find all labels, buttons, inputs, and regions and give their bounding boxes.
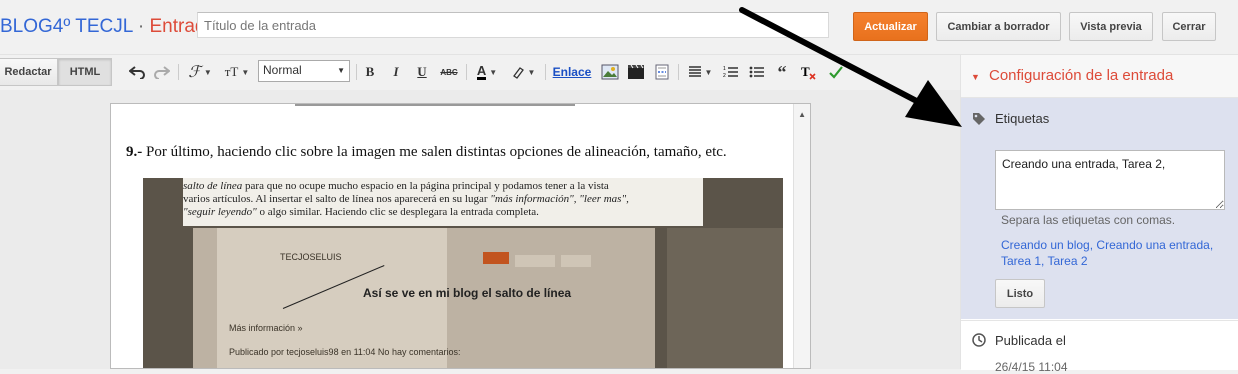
image-blog-name: TECJOSELUIS [280,252,342,262]
format-select-value: Normal [263,63,302,77]
labels-title[interactable]: Etiquetas [995,111,1049,126]
html-mode-button[interactable]: HTML [58,58,112,86]
post-title-input[interactable] [197,12,829,38]
image-icon[interactable] [600,63,620,81]
labels-suggestions[interactable]: Creando un blog, Creando una entrada, Ta… [1001,237,1226,269]
published-title[interactable]: Publicada el [995,333,1066,348]
image-caption: Así se ve en mi blog el salto de línea [363,286,572,300]
tag-icon [973,113,985,125]
jump-break-icon[interactable] [652,63,672,81]
svg-text:T: T [801,64,810,79]
image-edge [295,104,575,106]
post-settings-header: ▼ Configuración de la entrada [961,55,1238,98]
video-icon[interactable] [626,63,646,81]
image-text-line2: varios artículos. Al insertar el salto d… [183,193,491,205]
italic-icon[interactable]: I [388,63,404,81]
image-grey-button [515,255,555,267]
toolbar-divider [545,64,546,80]
chevron-down-icon: ▼ [337,66,345,75]
breadcrumb-separator: · [137,16,145,37]
image-text-line3: o algo similar. Haciendo clic se despleg… [256,206,539,218]
align-icon[interactable]: ▼ [686,63,714,81]
top-bar: BLOG4º TECJL · Entrada Actualizar Cambia… [0,0,1238,55]
image-more-info: Más información » [229,323,303,333]
revert-to-draft-button[interactable]: Cambiar a borrador [936,12,1061,41]
labels-input[interactable]: Creando una entrada, Tarea 2, [995,150,1225,210]
step-number: 9.- [126,144,143,160]
remove-formatting-icon[interactable]: T [799,63,817,81]
blog-name[interactable]: BLOG4º TECJL [0,16,133,37]
text-color-icon[interactable]: A ▼ [472,63,502,81]
editor-scrollbar[interactable]: ▲ [793,104,810,368]
clock-icon [972,333,986,347]
image-text-italic: "seguir leyendo" [183,206,257,218]
close-button[interactable]: Cerrar [1162,12,1216,41]
toolbar-divider [466,64,467,80]
post-settings-title: Configuración de la entrada [989,67,1174,84]
font-size-icon[interactable]: ᴛT ▼ [222,63,252,81]
image-screenshot: TECJOSELUIS Así se ve en mi blog el salt… [193,228,655,368]
published-date: 26/4/15 11:04 [995,360,1068,374]
image-grey-button [561,255,591,267]
svg-text:1: 1 [723,66,726,72]
step-text: Por último, haciendo clic sobre la image… [146,144,727,160]
image-text-line1: para que no ocupe mucho espacio en la pá… [242,180,609,192]
toolbar-divider [356,64,357,80]
image-orange-button [483,252,509,264]
post-paragraph[interactable]: 9.- Por último, haciendo clic sobre la i… [126,144,727,161]
underline-icon[interactable]: U [414,63,430,81]
image-text-italic: salto de línea [183,180,243,192]
bold-icon[interactable]: B [362,63,378,81]
image-text-block: salto de línea para que no ocupe mucho e… [183,178,703,226]
post-body-editor[interactable]: 9.- Por último, haciendo clic sobre la i… [110,103,811,369]
quote-icon[interactable]: “ [773,62,791,82]
image-posted-by: Publicado por tecjoseluis98 en 11:04 No … [229,347,461,357]
spellcheck-icon[interactable] [827,63,845,81]
toolbar-divider [178,64,179,80]
bulleted-list-icon[interactable] [748,63,766,81]
font-family-icon[interactable]: ℱ ▼ [186,63,214,81]
strikethrough-icon[interactable]: ABC [439,63,459,81]
post-image[interactable]: salto de línea para que no ocupe mucho e… [143,178,783,368]
update-button[interactable]: Actualizar [853,12,928,41]
image-text-italic: "más información", "leer mas", [490,193,629,205]
published-section[interactable]: Publicada el 26/4/15 11:04 [961,320,1238,374]
svg-text:2: 2 [723,73,726,79]
preview-button[interactable]: Vista previa [1069,12,1153,41]
image-dark-region [667,228,783,368]
toolbar-divider [678,64,679,80]
breadcrumb: BLOG4º TECJL · Entrada [0,16,216,38]
caret-down-icon: ▼ [971,72,980,82]
done-button[interactable]: Listo [995,279,1045,308]
numbered-list-icon[interactable]: 12 [722,63,740,81]
labels-help-text: Separa las etiquetas con comas. [1001,213,1176,227]
paragraph-format-select[interactable]: Normal ▼ [258,60,350,82]
scroll-up-icon[interactable]: ▲ [798,110,806,119]
compose-mode-button[interactable]: Redactar [0,58,58,86]
post-settings-panel: ▼ Configuración de la entrada Etiquetas … [960,55,1238,374]
editor-toolbar: Redactar HTML ℱ ▼ ᴛT ▼ Normal ▼ B I U ABC … [0,55,960,89]
labels-section: Etiquetas Creando una entrada, Tarea 2, … [961,98,1238,319]
link-button[interactable]: Enlace [552,63,592,81]
redo-icon[interactable] [153,63,171,81]
highlight-color-icon[interactable]: ▼ [508,63,538,81]
undo-icon[interactable] [128,63,146,81]
